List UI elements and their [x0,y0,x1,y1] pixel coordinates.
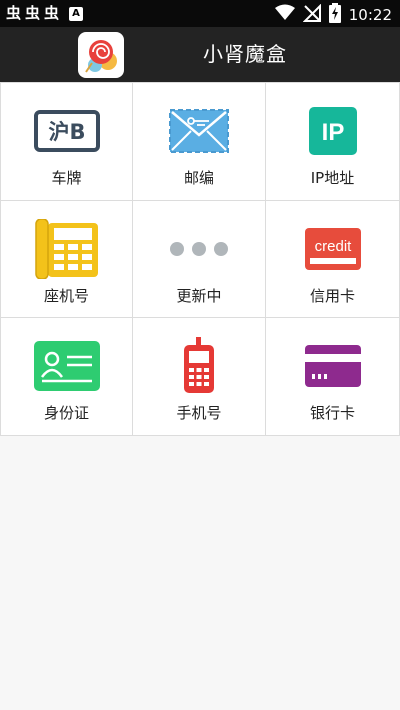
more-dots-icon [133,221,265,277]
grid-item-label: IP地址 [310,169,355,187]
system-icons: 10:22 [274,3,392,27]
app-bar: 小肾魔盒 [0,27,400,82]
grid-item-mobile[interactable]: 手机号 [133,318,266,436]
grid-item-credit-card[interactable]: credit 信用卡 [266,201,400,318]
grid-item-id-card[interactable]: 身份证 [0,318,133,436]
grid-item-landline[interactable]: 座机号 [0,201,133,318]
card-text: credit [314,238,352,255]
credit-card-icon: credit [266,221,399,277]
notification-bug-icon: 虫 [6,4,22,22]
clock: 10:22 [348,6,392,24]
notification-bug-icon: 虫 [25,4,41,22]
signal-off-icon [302,3,321,26]
plate-text: 沪B [48,120,85,144]
app-title: 小肾魔盒 [203,42,287,66]
desk-phone-icon [1,219,132,279]
grid-item-label: 身份证 [43,404,89,422]
grid-item-label: 车牌 [51,169,82,187]
wifi-icon [274,4,295,26]
grid-item-label: 信用卡 [309,287,355,305]
grid-item-bank-card[interactable]: 银行卡 [266,318,400,436]
grid-item-updating[interactable]: 更新中 [133,201,266,318]
grid-item-postcode[interactable]: 邮编 [133,83,266,201]
mobile-phone-icon [133,337,265,394]
tool-grid: 沪B 车牌 邮编 IP IP地址 座机号 更新中 credit 信用卡 身份证 … [0,82,400,436]
grid-item-label: 座机号 [43,287,89,305]
ip-icon: IP [266,103,399,159]
grid-item-label: 更新中 [176,287,222,305]
grid-item-label: 手机号 [176,404,222,422]
grid-item-label: 邮编 [183,169,214,187]
notification-bug-icon: 虫 [44,4,60,22]
license-plate-icon: 沪B [1,103,132,159]
bank-card-icon [266,338,399,394]
envelope-icon [133,103,265,159]
grid-item-ip-address[interactable]: IP IP地址 [266,83,400,201]
battery-charging-icon [328,3,341,27]
id-card-icon [1,338,132,394]
grid-item-license-plate[interactable]: 沪B 车牌 [0,83,133,201]
ip-text: IP [321,119,344,146]
grid-item-label: 银行卡 [309,404,355,422]
status-bar: 虫 虫 虫 A 10:22 [0,0,400,27]
a-badge-icon: A [69,6,84,21]
notification-area: 虫 虫 虫 A [6,4,84,23]
